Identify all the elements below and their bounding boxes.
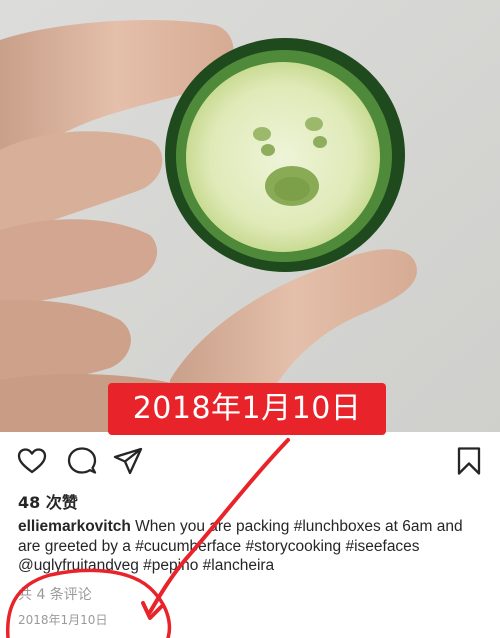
like-count[interactable]: 48 次赞: [18, 489, 78, 513]
hashtag-link[interactable]: #storycooking: [246, 538, 342, 555]
post-caption: elliemarkovitch When you are packing #lu…: [18, 517, 486, 576]
heart-outline-icon[interactable]: [16, 445, 48, 477]
caption-username[interactable]: elliemarkovitch: [18, 518, 131, 535]
date-annotation-banner: 2018年1月10日: [108, 383, 386, 435]
hashtag-link[interactable]: #lunchboxes: [294, 518, 381, 535]
hashtag-link[interactable]: #cucumberface: [135, 538, 241, 555]
paper-plane-icon[interactable]: [112, 445, 144, 477]
comment-bubble-icon[interactable]: [66, 445, 98, 477]
mention-link[interactable]: @uglyfruitandveg: [18, 557, 139, 574]
view-comments-link[interactable]: 共 4 条评论: [18, 584, 92, 604]
bookmark-icon[interactable]: [453, 445, 485, 477]
post-date: 2018年1月10日: [18, 613, 108, 627]
post-action-bar: [0, 438, 500, 484]
hashtag-link[interactable]: #iseefaces: [345, 538, 419, 555]
hashtag-link[interactable]: #lancheira: [203, 557, 275, 574]
caption-text: When you are packing: [130, 518, 294, 535]
post-photo[interactable]: [0, 0, 500, 432]
hashtag-link[interactable]: #pepino: [143, 557, 198, 574]
